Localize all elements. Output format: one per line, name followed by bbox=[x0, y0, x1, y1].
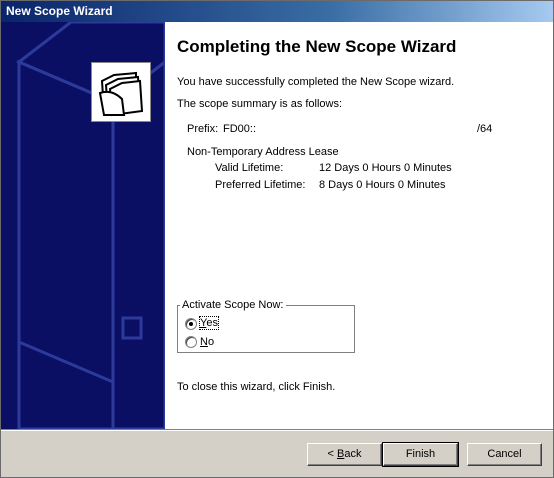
lease-type: Non-Temporary Address Lease bbox=[187, 146, 339, 158]
summary-intro: The scope summary is as follows: bbox=[177, 98, 343, 110]
activate-yes-radio[interactable] bbox=[185, 318, 197, 330]
finish-button[interactable]: Finish bbox=[382, 442, 459, 467]
preferred-lifetime-label: Preferred Lifetime: bbox=[215, 179, 306, 191]
close-hint: To close this wizard, click Finish. bbox=[177, 381, 336, 393]
button-bar: < Back Finish Cancel bbox=[1, 429, 553, 477]
wizard-content: Completing the New Scope Wizard You have… bbox=[165, 22, 553, 429]
intro-text: You have successfully completed the New … bbox=[177, 76, 455, 88]
preferred-lifetime-value: 8 Days 0 Hours 0 Minutes bbox=[319, 179, 446, 191]
activate-no-label[interactable]: No bbox=[200, 336, 214, 348]
page-heading: Completing the New Scope Wizard bbox=[177, 37, 457, 56]
wizard-window: New Scope Wizard Completing the New Scop… bbox=[0, 0, 554, 478]
prefix-value: FD00:: bbox=[223, 123, 257, 135]
valid-lifetime-value: 12 Days 0 Hours 0 Minutes bbox=[319, 162, 452, 174]
activate-scope-legend: Activate Scope Now: bbox=[182, 299, 284, 311]
prefix-length: /64 bbox=[477, 123, 493, 135]
cancel-button[interactable]: Cancel bbox=[467, 443, 542, 466]
activate-yes-label[interactable]: Yes bbox=[199, 316, 219, 330]
window-title: New Scope Wizard bbox=[6, 4, 113, 18]
wizard-sidebar-art bbox=[1, 22, 165, 429]
title-bar[interactable]: New Scope Wizard bbox=[1, 1, 553, 22]
back-button[interactable]: < Back bbox=[307, 443, 382, 466]
prefix-label: Prefix: bbox=[187, 123, 219, 135]
folders-icon bbox=[91, 62, 151, 122]
valid-lifetime-label: Valid Lifetime: bbox=[215, 162, 284, 174]
activate-no-radio[interactable] bbox=[185, 336, 197, 348]
